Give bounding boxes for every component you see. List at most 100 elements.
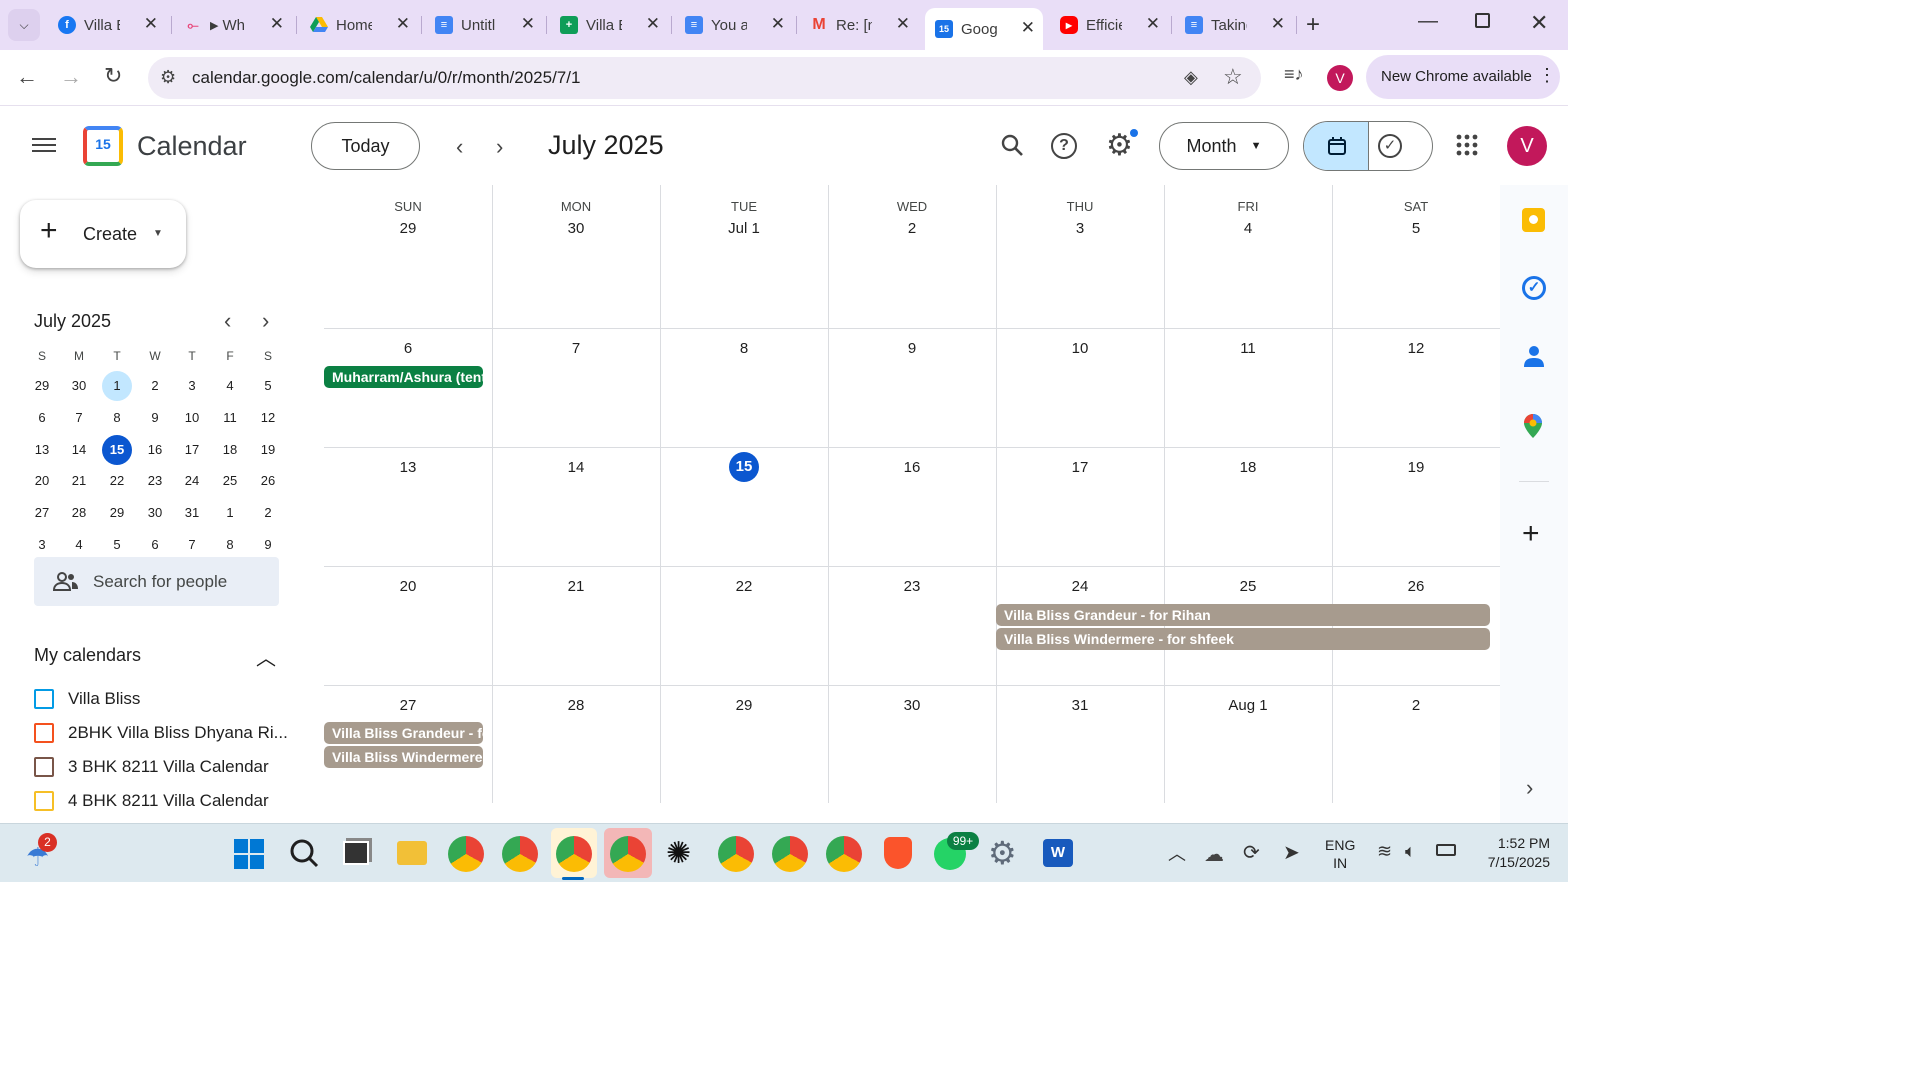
calendar-list-item[interactable]: 2BHK Villa Bliss Dhyana Ri... bbox=[34, 721, 288, 745]
apps-grid-icon[interactable] bbox=[1456, 134, 1478, 156]
checkbox-villa-bliss[interactable] bbox=[34, 689, 54, 709]
tab-search-button[interactable]: ⌵ bbox=[8, 9, 40, 41]
calendar-tasks-toggle[interactable]: ✓ bbox=[1303, 121, 1433, 171]
profile-avatar[interactable]: V bbox=[1327, 65, 1353, 91]
mini-day[interactable]: 30 bbox=[64, 378, 94, 393]
browser-tab[interactable]: ≡ Taking✕ bbox=[1175, 9, 1293, 41]
search-icon[interactable] bbox=[1000, 133, 1024, 162]
day-number[interactable]: 23 bbox=[828, 578, 996, 595]
calendar-list-item[interactable]: 4 BHK 8211 Villa Calendar bbox=[34, 789, 269, 813]
show-hidden-icons-chevron[interactable]: ︿ bbox=[1168, 840, 1186, 866]
close-icon[interactable]: ✕ bbox=[1146, 14, 1160, 34]
mini-day[interactable]: 18 bbox=[215, 442, 245, 457]
day-number[interactable]: 20 bbox=[324, 578, 492, 595]
settings-app-icon[interactable]: ⚙ bbox=[988, 834, 1017, 872]
mini-day[interactable]: 25 bbox=[215, 473, 245, 488]
mini-day[interactable]: 5 bbox=[253, 378, 283, 393]
lens-icon[interactable]: ◈ bbox=[1184, 67, 1198, 88]
close-icon[interactable]: ✕ bbox=[771, 14, 785, 34]
site-info-icon[interactable]: ⚙ bbox=[160, 67, 176, 88]
mini-day[interactable]: 28 bbox=[64, 505, 94, 520]
search-for-people-input[interactable]: Search for people bbox=[34, 557, 279, 606]
mini-day[interactable]: 17 bbox=[177, 442, 207, 457]
new-tab-button[interactable]: + bbox=[1306, 11, 1320, 39]
calendar-list-item[interactable]: 3 BHK 8211 Villa Calendar bbox=[34, 755, 269, 779]
day-cell[interactable] bbox=[324, 185, 492, 328]
mini-prev-month-icon[interactable]: ‹ bbox=[224, 308, 231, 334]
mini-day[interactable]: 30 bbox=[140, 505, 170, 520]
chrome-profile-icon[interactable] bbox=[826, 836, 862, 872]
calendar-view-toggle[interactable] bbox=[1304, 122, 1369, 170]
volume-icon[interactable]: 🔈︎ bbox=[1405, 841, 1416, 862]
mini-day[interactable]: 3 bbox=[27, 537, 57, 552]
mini-day[interactable]: 7 bbox=[177, 537, 207, 552]
next-period-icon[interactable]: › bbox=[496, 134, 503, 160]
previous-period-icon[interactable]: ‹ bbox=[456, 134, 463, 160]
mini-day[interactable]: 13 bbox=[27, 442, 57, 457]
mini-day[interactable]: 6 bbox=[27, 410, 57, 425]
help-icon[interactable]: ? bbox=[1051, 133, 1077, 159]
day-number[interactable]: 10 bbox=[996, 340, 1164, 357]
input-language-indicator[interactable]: ENG IN bbox=[1325, 836, 1355, 872]
chrome-profile-icon[interactable] bbox=[610, 836, 646, 872]
day-cell[interactable] bbox=[996, 185, 1164, 328]
mini-day[interactable]: 8 bbox=[215, 537, 245, 552]
day-number[interactable]: 30 bbox=[492, 220, 660, 237]
windows-start-icon[interactable] bbox=[234, 839, 264, 869]
day-number[interactable]: 6 bbox=[324, 340, 492, 357]
file-explorer-icon[interactable] bbox=[397, 841, 427, 865]
chrome-profile-icon[interactable] bbox=[718, 836, 754, 872]
expand-panel-chevron-icon[interactable]: › bbox=[1526, 775, 1533, 801]
mini-day[interactable]: 8 bbox=[102, 410, 132, 425]
restore-button[interactable] bbox=[1475, 13, 1490, 28]
day-number[interactable]: Jul 1 bbox=[660, 220, 828, 237]
mini-day[interactable]: 29 bbox=[102, 505, 132, 520]
send-icon[interactable]: ➤ bbox=[1283, 840, 1300, 865]
browser-tab[interactable]: ≡ You a ✕ bbox=[675, 9, 793, 41]
day-number[interactable]: 2 bbox=[1332, 697, 1500, 714]
mini-day[interactable]: 19 bbox=[253, 442, 283, 457]
day-number[interactable]: Aug 1 bbox=[1164, 697, 1332, 714]
create-button[interactable]: + Create ▼ bbox=[20, 200, 186, 268]
browser-tab[interactable]: ≡ Untitl ✕ bbox=[425, 9, 543, 41]
collapse-chevron-up-icon[interactable]: ︿ bbox=[256, 642, 276, 671]
day-number[interactable]: 19 bbox=[1332, 459, 1500, 476]
mini-day[interactable]: 9 bbox=[253, 537, 283, 552]
checkbox-2bhk-dhyana[interactable] bbox=[34, 723, 54, 743]
booking-event-chip[interactable]: Villa Bliss Grandeur - for Rihan bbox=[324, 722, 483, 744]
close-icon[interactable]: ✕ bbox=[270, 14, 284, 34]
sync-icon[interactable]: ⟳ bbox=[1243, 840, 1260, 865]
today-button[interactable]: Today bbox=[311, 122, 420, 170]
day-number[interactable]: 24 bbox=[996, 578, 1164, 595]
calendar-list-item[interactable]: Villa Bliss bbox=[34, 687, 140, 711]
day-number[interactable]: 22 bbox=[660, 578, 828, 595]
holiday-event-chip[interactable]: Muharram/Ashura (tentative) bbox=[324, 366, 483, 388]
day-cell[interactable] bbox=[660, 185, 828, 328]
day-number[interactable]: 7 bbox=[492, 340, 660, 357]
mini-day[interactable]: 24 bbox=[177, 473, 207, 488]
day-number[interactable]: 30 bbox=[828, 697, 996, 714]
day-number[interactable]: 17 bbox=[996, 459, 1164, 476]
mini-day[interactable]: 20 bbox=[27, 473, 57, 488]
day-number[interactable]: 8 bbox=[660, 340, 828, 357]
chrome-profile-icon[interactable] bbox=[448, 836, 484, 872]
add-addon-plus-icon[interactable]: + bbox=[1522, 517, 1540, 551]
checkbox-4bhk-8211[interactable] bbox=[34, 791, 54, 811]
minimize-button[interactable]: — bbox=[1418, 10, 1438, 33]
day-number[interactable]: 27 bbox=[324, 697, 492, 714]
bookmark-star-icon[interactable]: ☆ bbox=[1223, 64, 1243, 90]
close-icon[interactable]: ✕ bbox=[1271, 14, 1285, 34]
wifi-icon[interactable]: ≋ bbox=[1377, 841, 1392, 862]
day-number[interactable]: 31 bbox=[996, 697, 1164, 714]
booking-event-chip[interactable]: Villa Bliss Grandeur - for Rihan bbox=[996, 604, 1490, 626]
chrome-profile-icon[interactable] bbox=[502, 836, 538, 872]
taskbar-clock[interactable]: 1:52 PM 7/15/2025 bbox=[1470, 834, 1550, 872]
day-number[interactable]: 29 bbox=[324, 220, 492, 237]
mini-day[interactable]: 22 bbox=[102, 473, 132, 488]
day-cell[interactable] bbox=[1164, 185, 1332, 328]
day-number[interactable]: 2 bbox=[828, 220, 996, 237]
view-switcher-dropdown[interactable]: Month ▼ bbox=[1159, 122, 1289, 170]
day-number[interactable]: 5 bbox=[1332, 220, 1500, 237]
booking-event-chip[interactable]: Villa Bliss Windermere - for shfeek bbox=[996, 628, 1490, 650]
close-icon[interactable]: ✕ bbox=[646, 14, 660, 34]
